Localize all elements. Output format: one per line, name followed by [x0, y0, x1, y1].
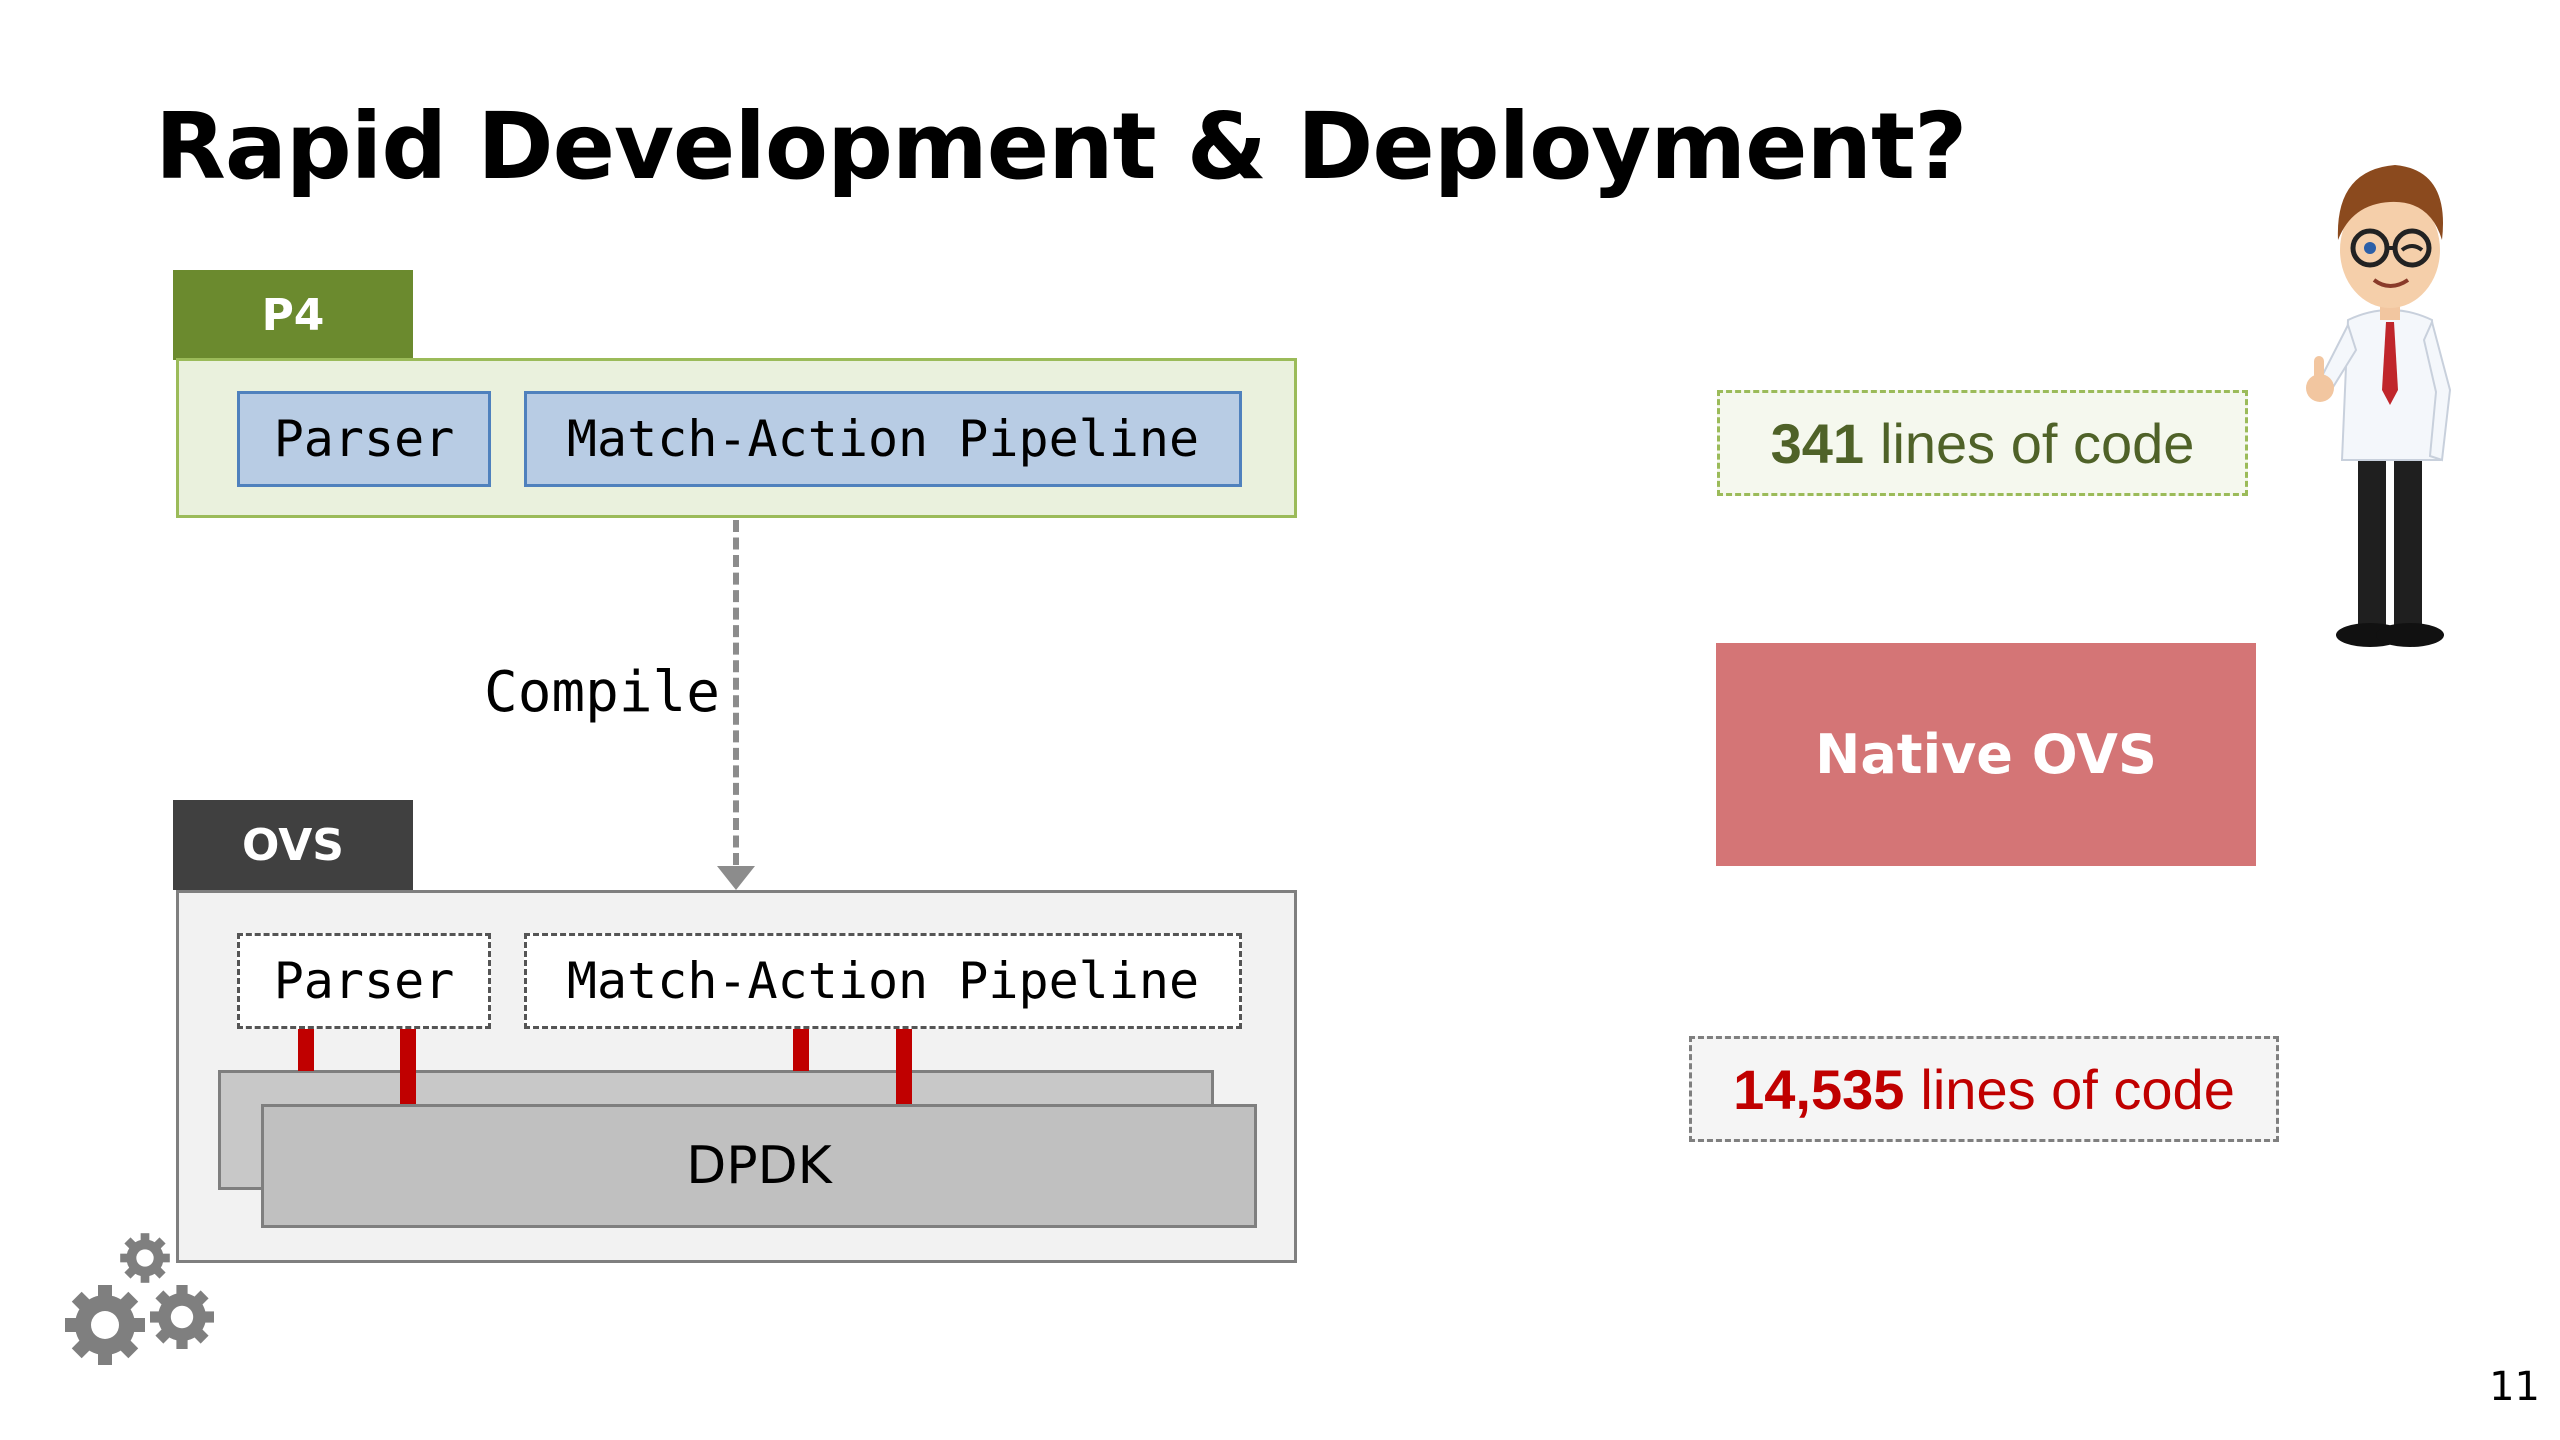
pipeline-hook-connector	[793, 1029, 809, 1071]
ovs-parser-box: Parser	[237, 933, 491, 1029]
ovs-tab: OVS	[173, 800, 413, 890]
gear-large-icon	[65, 1285, 145, 1365]
ovs-loc-number: 14,535	[1733, 1057, 1905, 1121]
gear-small-icon	[120, 1233, 170, 1283]
compile-arrow-line	[733, 520, 739, 865]
p4-loc-text: lines of code	[1880, 411, 2195, 475]
slide-title: Rapid Development & Deployment?	[155, 93, 1967, 200]
gears-icon	[65, 1233, 214, 1365]
p4-loc-number: 341	[1770, 411, 1864, 475]
compile-label: Compile	[483, 660, 720, 725]
compile-arrow-head	[717, 866, 755, 890]
p4-parser-box: Parser	[237, 391, 491, 487]
cartoon-man-thumbs-up-icon	[2306, 165, 2452, 647]
gear-medium-icon	[150, 1285, 214, 1349]
pipeline-hook-connector	[896, 1029, 912, 1104]
ovs-pipeline-box: Match-Action Pipeline	[524, 933, 1242, 1029]
ovs-lines-of-code: 14,535 lines of code	[1689, 1036, 2279, 1142]
parser-hook-connector	[400, 1029, 416, 1104]
page-number: 11	[2489, 1364, 2540, 1410]
ovs-loc-text: lines of code	[1920, 1057, 2235, 1121]
native-ovs-box: Native OVS	[1716, 643, 2256, 866]
p4-lines-of-code: 341 lines of code	[1717, 390, 2248, 496]
parser-hook-connector	[298, 1029, 314, 1071]
p4-tab: P4	[173, 270, 413, 360]
p4-pipeline-box: Match-Action Pipeline	[524, 391, 1242, 487]
dpdk-box: DPDK	[261, 1104, 1257, 1228]
